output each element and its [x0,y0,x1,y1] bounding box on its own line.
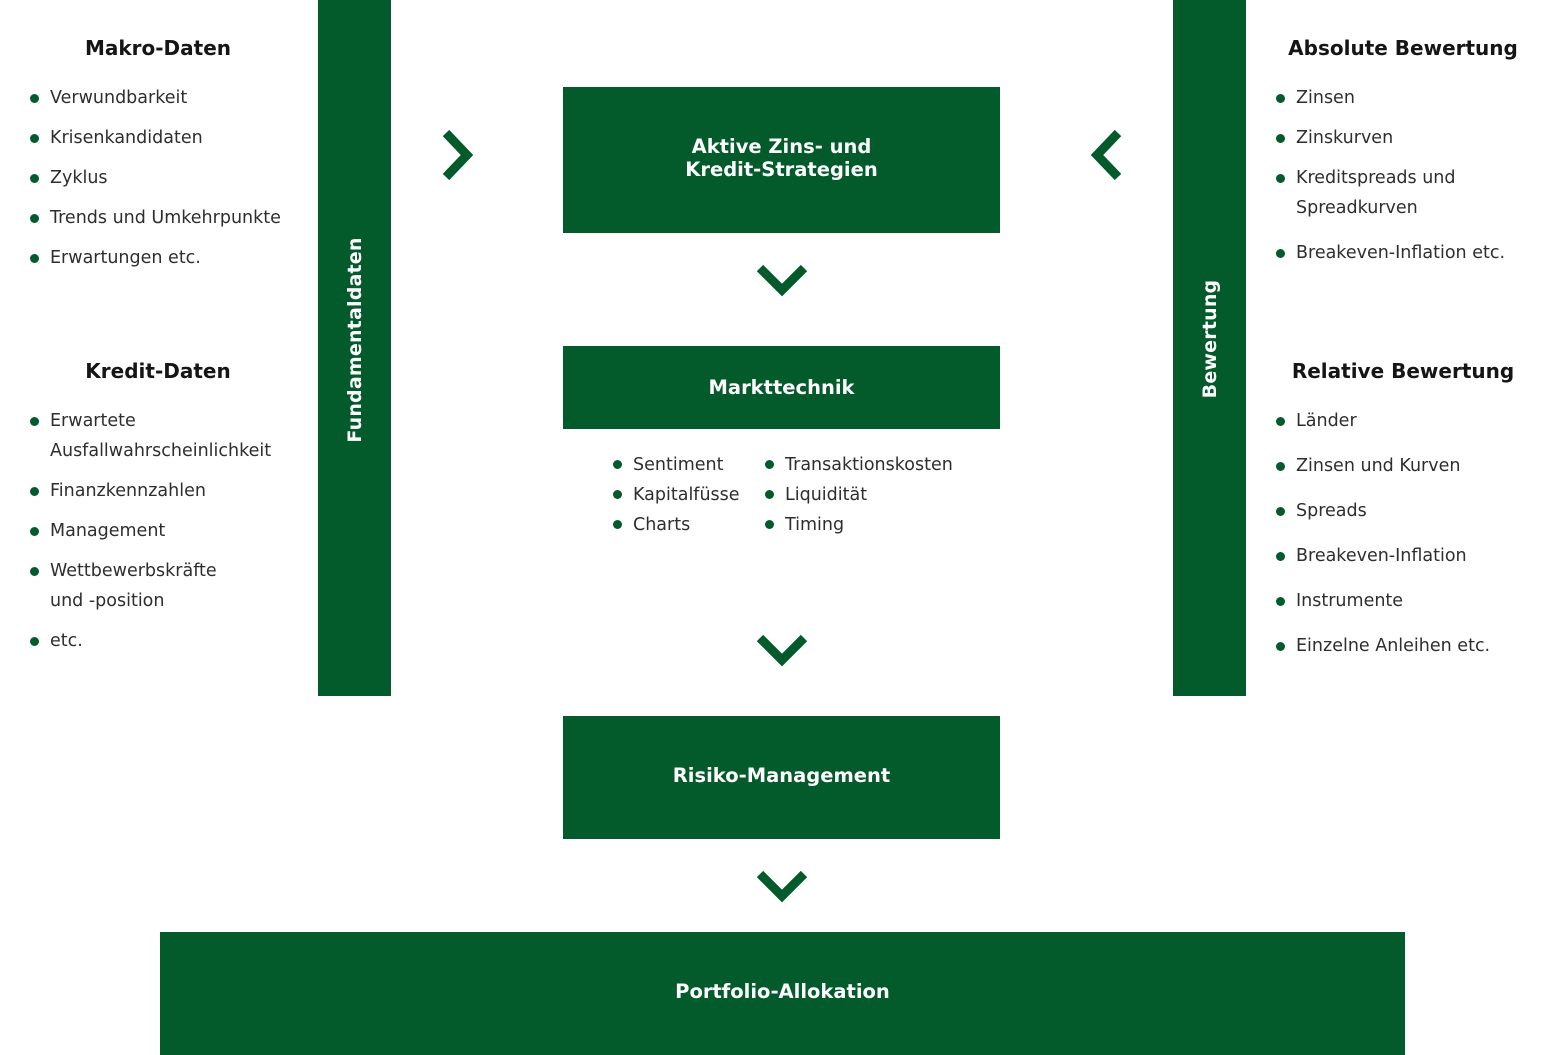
list-item: Erwartungen etc. [30,243,310,273]
portfolio-allokation-title: Portfolio-Allokation [675,980,890,1003]
absolute-bewertung-list: Zinsen Zinskurven Kreditspreads und Spre… [1276,83,1526,268]
list-item: Kapitalfüsse [613,480,740,510]
list-item: Liquidität [765,480,953,510]
markttechnik-list-col2: Transaktionskosten Liquidität Timing [765,450,953,540]
list-item: Verwundbarkeit [30,83,310,113]
strategies-line1: Aktive Zins- und [691,135,872,158]
list-item: Trends und Umkehrpunkte [30,203,310,233]
list-item: Transaktionskosten [765,450,953,480]
relative-bewertung-title: Relative Bewertung [1291,359,1515,383]
portfolio-allokation-box: Portfolio-Allokation [160,932,1405,1055]
list-item: Charts [613,510,740,540]
chevron-right-icon [440,130,474,180]
list-item: Zyklus [30,163,310,193]
list-item: Breakeven-Inflation etc. [1276,238,1526,268]
list-item: Erwartete Ausfallwahrscheinlichkeit [30,406,271,466]
list-item: Wettbewerbskräfte und -position [30,556,225,616]
markttechnik-list-col1: Sentiment Kapitalfüsse Charts [613,450,740,540]
list-item: Sentiment [613,450,740,480]
absolute-bewertung-title: Absolute Bewertung [1288,36,1518,60]
fundamentaldaten-bar: Fundamentaldaten [318,0,391,696]
list-item: Management [30,516,270,546]
kredit-daten-list: Erwartete Ausfallwahrscheinlichkeit Fina… [30,406,271,666]
makro-daten-title: Makro-Daten [84,36,232,60]
list-item: Krisenkandidaten [30,123,310,153]
list-item: Einzelne Anleihen etc. [1276,631,1526,661]
strategies-line2: Kredit-Strategien [685,158,878,181]
kredit-daten-title: Kredit-Daten [85,359,231,383]
chevron-left-icon [1090,130,1124,180]
chevron-down-icon [757,263,807,297]
list-item: etc. [30,626,270,656]
list-item: Instrumente [1276,586,1526,616]
markttechnik-title: Markttechnik [708,376,855,399]
list-item: Kreditspreads und Spreadkurven [1276,163,1466,223]
makro-daten-list: Verwundbarkeit Krisenkandidaten Zyklus T… [30,83,310,283]
list-item: Zinsen und Kurven [1276,451,1526,481]
bewertung-label: Bewertung [1198,279,1221,399]
relative-bewertung-list: Länder Zinsen und Kurven Spreads Breakev… [1276,406,1526,676]
list-item: Breakeven-Inflation [1276,541,1526,571]
fundamentaldaten-label: Fundamentaldaten [343,237,366,443]
risiko-management-title: Risiko-Management [672,764,891,787]
bewertung-bar: Bewertung [1173,0,1246,696]
markttechnik-box: Markttechnik [563,346,1000,429]
list-item: Länder [1276,406,1526,436]
list-item: Timing [765,510,953,540]
chevron-down-icon [757,633,807,667]
strategies-box: Aktive Zins- und Kredit-Strategien [563,87,1000,233]
list-item: Spreads [1276,496,1526,526]
risiko-management-box: Risiko-Management [563,716,1000,839]
list-item: Finanzkennzahlen [30,476,270,506]
chevron-down-icon [757,869,807,903]
list-item: Zinskurven [1276,123,1526,153]
list-item: Zinsen [1276,83,1526,113]
